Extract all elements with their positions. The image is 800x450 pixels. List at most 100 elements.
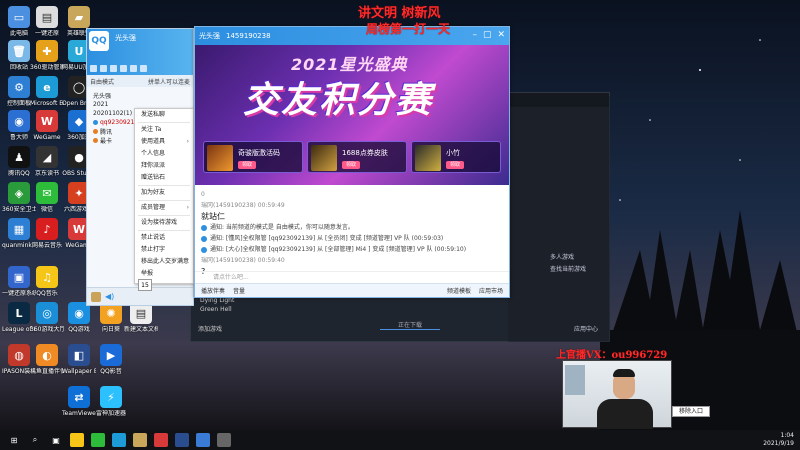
obs-taskbar-icon[interactable]: [217, 433, 231, 447]
desktop-icon[interactable]: ✉ 微信: [30, 182, 64, 213]
message-sender: 瑞冈(1459190238) 00:59:40: [201, 257, 285, 264]
calendar-icon[interactable]: [130, 65, 137, 72]
douyu-icon: ◐: [36, 344, 58, 366]
lol-taskbar-icon[interactable]: [133, 433, 147, 447]
group-icon[interactable]: [100, 65, 107, 72]
reward-card[interactable]: 1688点券皮肤 领取: [307, 141, 407, 173]
duration-input[interactable]: 15: [138, 279, 152, 291]
desktop-icon[interactable]: ◐ 斗鱼直播伴侣: [30, 344, 64, 375]
maximize-icon[interactable]: ▢: [483, 30, 492, 40]
mode-label: 自由模式: [90, 79, 115, 86]
tree-row[interactable]: 光头强: [87, 91, 193, 100]
wallpaper-engine-icon: ◧: [68, 344, 90, 366]
strip-footer-app-center[interactable]: 应用中心: [574, 324, 598, 333]
minimize-icon[interactable]: –: [472, 30, 477, 40]
game-side-strip: 多人游戏 查找当前游戏 应用中心: [508, 96, 610, 342]
menu-item-member-manage[interactable]: 成员管理 ›: [135, 202, 193, 214]
chat-toolbar: 播放伴奏 音量 频道模板 应用市场: [195, 283, 509, 297]
wegame-taskbar-icon[interactable]: [154, 433, 168, 447]
desktop-icon[interactable]: ◉ QQ游戏: [62, 302, 96, 333]
desktop-icon[interactable]: ✚ 360驱动管家: [30, 40, 64, 71]
desktop-icon[interactable]: W WeGame: [30, 110, 64, 141]
list-item[interactable]: Green Hell: [200, 305, 262, 314]
strip-item-find-game[interactable]: 查找当前游戏: [550, 264, 586, 273]
edge-taskbar-icon[interactable]: [112, 433, 126, 447]
system-clock[interactable]: 1:04 2021/9/19: [763, 432, 794, 448]
menu-item-set-reception[interactable]: 设为接待游戏: [135, 217, 193, 229]
chevron-right-icon: ›: [186, 204, 189, 211]
menu-item-mute-voice[interactable]: 禁止说话: [135, 232, 193, 244]
app-market-button[interactable]: 应用市场: [479, 286, 503, 295]
menu-item-follow[interactable]: 关注 Ta: [135, 124, 193, 136]
search-icon[interactable]: [140, 65, 147, 72]
search-icon[interactable]: ⌕: [28, 433, 42, 447]
channel-template-button[interactable]: 频道模板: [447, 286, 471, 295]
app-icon[interactable]: [120, 65, 127, 72]
tree-row-label: 2021: [93, 101, 109, 108]
menu-item-private-chat[interactable]: 发送私聊: [135, 109, 193, 121]
window-controls: – ▢ ✕: [472, 30, 505, 40]
qq-toolbar: [90, 65, 147, 72]
desktop-icon[interactable]: ⇄ TeamViewer: [62, 386, 96, 417]
teamviewer-icon: ⇄: [68, 386, 90, 408]
qq-logo-icon[interactable]: QQ: [89, 31, 109, 51]
desktop-icon[interactable]: eMicrosoft Edge: [30, 76, 64, 107]
task-view-icon[interactable]: ▣: [49, 433, 63, 447]
360-security-icon: ◈: [8, 182, 30, 204]
menu-item-use-prop[interactable]: 使用道具 ›: [135, 136, 193, 148]
desktop-icon[interactable]: ▤新建文本文档(3): [124, 302, 158, 333]
file-explorer-icon[interactable]: [70, 433, 84, 447]
league-of-legends-icon: L: [8, 302, 30, 324]
chat-input[interactable]: 请点什么吧...: [195, 271, 509, 283]
reward-label: 小竹: [446, 149, 460, 157]
menu-item-add-friend[interactable]: 加为好友: [135, 187, 193, 199]
desktop-icon[interactable]: ▶ QQ影音: [94, 344, 128, 375]
desktop-icon[interactable]: ◢ 京东读书: [30, 146, 64, 177]
desktop-icon[interactable]: ◎ 360游戏大厅: [30, 302, 64, 333]
restore-icon: ▤: [36, 6, 58, 28]
reward-card[interactable]: 小竹 领取: [411, 141, 501, 173]
menu-item-visit[interactable]: 拜你派派: [135, 160, 193, 172]
menu-item-gift-diamond[interactable]: 赠送钻石: [135, 172, 193, 184]
qq-panel-header: QQ 光头强: [87, 29, 193, 75]
desktop-icon[interactable]: ✺ 向日葵: [94, 302, 128, 333]
desktop-icon[interactable]: ♫ QQ音乐: [30, 266, 64, 297]
ludashi-icon: ◉: [8, 110, 30, 132]
volume-button[interactable]: 音量: [233, 286, 245, 295]
windows-start-icon[interactable]: ⊞: [7, 433, 21, 447]
event-banner[interactable]: 2021星光盛典 交友积分赛 奇骏版激活码 领取 1688点券皮肤 领取 小竹 …: [195, 45, 509, 185]
qq-player-icon: ▶: [100, 344, 122, 366]
control-panel-icon: ⚙: [8, 76, 30, 98]
avatar[interactable]: [91, 291, 101, 302]
menu-item-profile[interactable]: 个人信息: [135, 148, 193, 160]
close-icon[interactable]: ✕: [497, 30, 505, 40]
wegame-icon: W: [36, 110, 58, 132]
menu-separator: [138, 230, 190, 231]
claim-button[interactable]: 领取: [446, 161, 464, 169]
jd-read-icon: ◢: [36, 146, 58, 168]
speaker-icon[interactable]: ◀): [105, 292, 114, 301]
qq-nickname: 光头强: [115, 34, 136, 42]
accompaniment-button[interactable]: 播放伴奏: [201, 286, 225, 295]
desktop-icon[interactable]: ⚡ 雷神加速器: [94, 386, 128, 417]
wechat-taskbar-icon[interactable]: [91, 433, 105, 447]
claim-button[interactable]: 领取: [238, 161, 256, 169]
menu-item-remove[interactable]: 移出此人交岁满意: [135, 256, 193, 268]
tree-row-label: 腾讯: [100, 129, 113, 136]
notice-icon: [201, 246, 207, 253]
reward-cards: 奇骏版激活码 领取 1688点券皮肤 领取 小竹 领取: [203, 141, 501, 173]
desktop-icon[interactable]: ◧Wallpaper Engine: [62, 344, 96, 375]
menu-item-mute-text[interactable]: 禁止打字: [135, 244, 193, 256]
stream-overlay-rank: 周榜第一打一天: [366, 22, 451, 36]
360-game-hall-icon: ◎: [36, 302, 58, 324]
reward-card[interactable]: 奇骏版激活码 领取: [203, 141, 303, 173]
contacts-icon[interactable]: [90, 65, 97, 72]
desktop-icon[interactable]: ▤ 一键还原: [30, 6, 64, 37]
claim-button[interactable]: 领取: [342, 161, 360, 169]
channel-taskbar-icon[interactable]: [196, 433, 210, 447]
strip-item-multiplayer[interactable]: 多人游戏: [550, 252, 574, 261]
add-game-button[interactable]: 添加游戏: [198, 324, 222, 333]
qq-taskbar-icon[interactable]: [175, 433, 189, 447]
desktop-icon[interactable]: ♪ 网易云音乐: [30, 218, 64, 249]
message-icon[interactable]: [110, 65, 117, 72]
